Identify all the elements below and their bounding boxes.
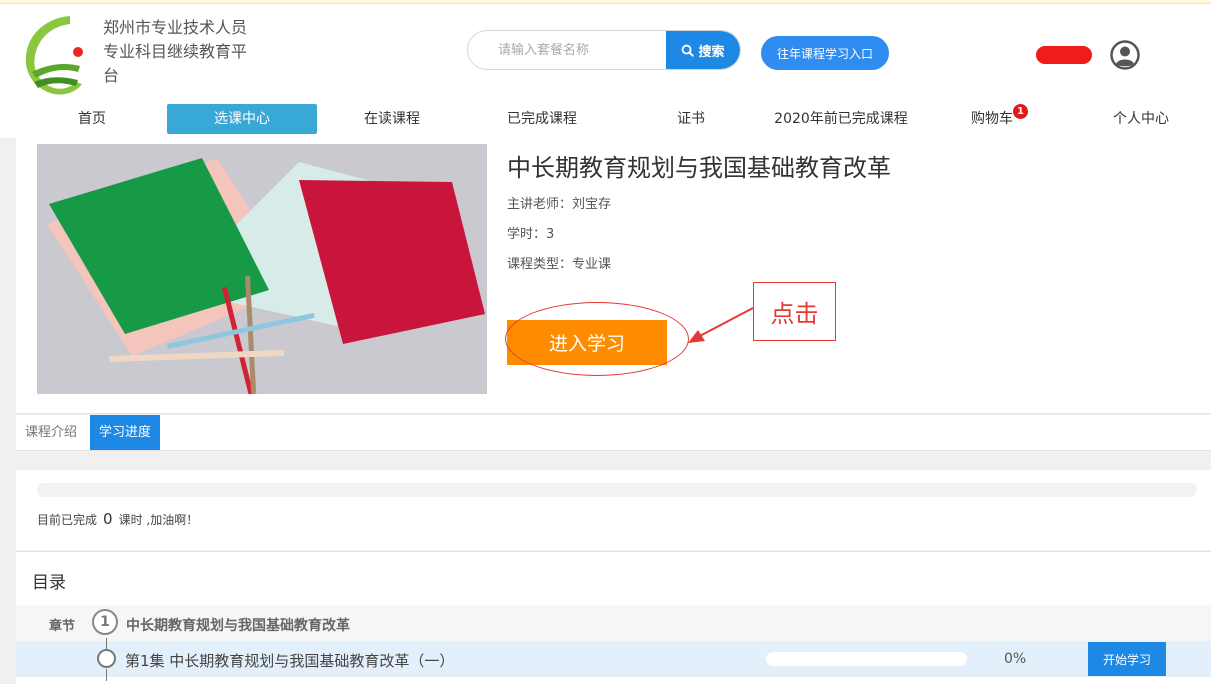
lesson-title[interactable]: 第1集 中长期教育规划与我国基础教育改革（一） [125,650,454,671]
course-card: 中长期教育规划与我国基础教育改革 主讲老师：刘宝存 学时：3 课程类型：专业课 … [16,138,1211,414]
nav-pre-2020-completed[interactable]: 2020年前已完成课程 [770,104,912,134]
lesson-row[interactable]: 第1集 中长期教育规划与我国基础教育改革（一） 0% 开始学习 [16,638,1211,681]
nav-certificates[interactable]: 证书 [666,104,716,134]
nav-home[interactable]: 首页 [57,104,127,134]
enter-study-button[interactable]: 进入学习 [507,320,667,365]
course-type: 课程类型：专业课 [507,257,612,272]
catalog-panel: 目录 章节 1 中长期教育规划与我国基础教育改革 第1集 中长期教育规划与我国基… [16,551,1211,684]
overall-progress-bar [37,483,1197,497]
chapter-title: 中长期教育规划与我国基础教育改革 [126,618,350,634]
course-cover-image [37,144,487,394]
progress-summary: 目前已完成 0 课时 ,加油啊！ [37,510,198,528]
completed-hours-count: 0 [103,510,113,528]
search-button[interactable]: 搜索 [666,31,740,69]
chapter-row: 章节 1 中长期教育规划与我国基础教育改革 [16,605,1211,641]
course-teacher: 主讲老师：刘宝存 [507,197,612,212]
progress-panel: 目前已完成 0 课时 ,加油啊！ [16,470,1211,550]
tab-course-intro[interactable]: 课程介绍 [16,415,86,450]
search-box: 搜索 [467,30,741,70]
nav-completed[interactable]: 已完成课程 [496,104,588,134]
search-input[interactable] [468,31,668,69]
nav-in-progress[interactable]: 在读课程 [347,104,437,134]
nav-course-center[interactable]: 选课中心 [167,104,317,134]
catalog-heading: 目录 [32,573,66,593]
site-title: 郑州市专业技术人员专业科目继续教育平台 [103,18,248,85]
lesson-progress-bar [766,652,967,666]
site-logo[interactable] [18,12,88,98]
course-hours: 学时：3 [507,227,555,242]
main-nav: 首页 选课中心 在读课程 已完成课程 证书 2020年前已完成课程 购物车 个人… [0,104,1211,134]
lesson-status-circle-icon [97,649,116,668]
course-title: 中长期教育规划与我国基础教育改革 [507,154,891,182]
course-tabs: 课程介绍 学习进度 [16,415,1211,451]
start-study-button[interactable]: 开始学习 [1088,642,1166,676]
search-icon [682,44,695,57]
user-avatar-icon[interactable] [1110,40,1140,70]
progress-prefix: 目前已完成 [37,513,98,527]
search-button-label: 搜索 [698,44,725,60]
username-redacted [1036,46,1092,64]
chapter-label: 章节 [49,619,76,634]
lesson-progress-percent: 0% [1004,651,1027,667]
cart-count-badge: 1 [1013,104,1028,119]
chapter-number-badge: 1 [92,609,118,635]
timeline-connector [106,669,107,681]
annotation-callout: 点击 [753,282,836,341]
timeline-connector [106,638,107,649]
nav-personal-center[interactable]: 个人中心 [1104,104,1178,134]
tab-study-progress[interactable]: 学习进度 [90,415,161,450]
past-courses-button[interactable]: 往年课程学习入口 [761,36,889,70]
progress-suffix: 课时 ,加油啊！ [118,513,199,527]
